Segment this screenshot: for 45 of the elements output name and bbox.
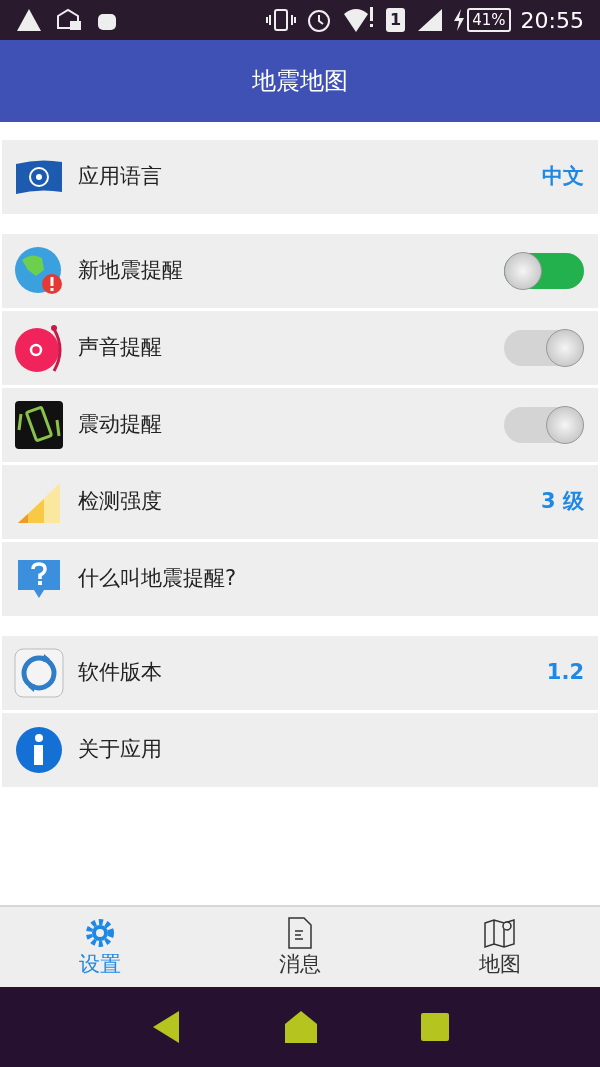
clock: 20:55	[520, 6, 584, 35]
charging-icon	[453, 9, 466, 31]
vibrate-icon	[266, 8, 297, 32]
phone-vibrate-icon	[14, 400, 64, 450]
row-value: 3 级	[541, 488, 584, 516]
row-label: 新地震提醒	[78, 257, 184, 285]
toggle-switch[interactable]	[504, 253, 584, 289]
recents-button[interactable]	[420, 1013, 449, 1041]
tab[interactable]: 消息	[200, 907, 400, 987]
screen-title: 地震地图	[252, 66, 348, 97]
settings-icon	[84, 917, 116, 949]
row-value: 中文	[542, 163, 584, 191]
settings-row[interactable]: 什么叫地震提醒?	[2, 542, 598, 616]
sim-indicator: 1	[386, 8, 406, 32]
toggle-switch[interactable]	[504, 330, 584, 366]
tab[interactable]: 地图	[400, 907, 600, 987]
row-label: 关于应用	[78, 736, 163, 764]
battery-indicator: 41%	[467, 8, 511, 32]
toggle-switch[interactable]	[504, 407, 584, 443]
alarm-icon	[306, 7, 333, 33]
document-icon	[287, 917, 313, 949]
row-label: 软件版本	[78, 659, 163, 687]
row-label: 应用语言	[78, 163, 163, 191]
settings-row[interactable]: 应用语言 中文	[2, 140, 598, 214]
settings-row[interactable]: 软件版本 1.2	[2, 636, 598, 710]
bell-disc-icon	[14, 323, 64, 373]
settings-row[interactable]: 检测强度 3 级	[2, 465, 598, 539]
wifi-icon	[342, 6, 375, 34]
refresh-icon	[14, 648, 64, 698]
settings-row[interactable]: 新地震提醒	[2, 234, 598, 308]
map-pin-icon	[484, 917, 516, 949]
home-button[interactable]	[284, 1010, 318, 1044]
globe-alert-icon	[14, 246, 64, 296]
settings-row[interactable]: 声音提醒	[2, 311, 598, 385]
row-label: 检测强度	[78, 488, 163, 516]
row-label: 震动提醒	[78, 411, 163, 439]
row-value: 1.2	[546, 659, 584, 687]
info-icon	[14, 725, 64, 775]
settings-row[interactable]: 震动提醒	[2, 388, 598, 462]
row-label: 什么叫地震提醒?	[78, 565, 238, 593]
back-button[interactable]	[151, 1010, 182, 1044]
signal-icon	[417, 8, 444, 32]
settings-row[interactable]: 关于应用	[2, 713, 598, 787]
row-label: 声音提醒	[78, 334, 163, 362]
warning-icon	[16, 8, 42, 32]
